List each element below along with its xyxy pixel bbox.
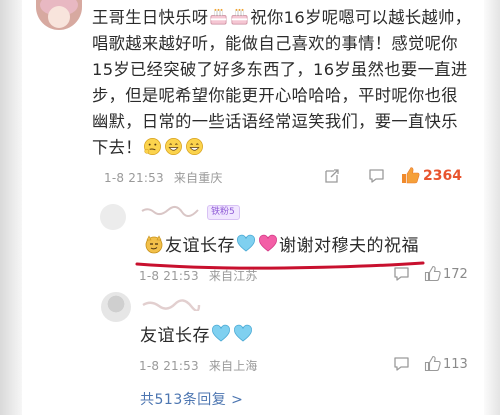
main-commenter-avatar[interactable]: [36, 0, 82, 30]
fan-badge-label: 铁粉5: [211, 207, 235, 217]
reply1-username-redacted[interactable]: [140, 205, 200, 220]
reply1-text: 友谊长存 谢谢对穆夫的祝福: [143, 231, 419, 256]
reply2-text-body: 友谊长存: [140, 326, 210, 346]
cake-emoji: [230, 7, 249, 26]
grin-emoji: [185, 137, 204, 156]
reply2-like-icon[interactable]: [424, 355, 441, 372]
weibo-comment-screenshot: 王哥生日快乐呀 祝你16岁呢嗯可以越长越帅，唱歌越来越好听，能做自己喜欢的事情！感…: [0, 0, 500, 415]
reply2-text: 友谊长存: [140, 321, 254, 346]
reply2-location: 来自上海: [208, 359, 258, 373]
share-icon[interactable]: [324, 168, 340, 184]
like-icon[interactable]: [401, 166, 420, 184]
total-replies-link[interactable]: 共513条回复 >: [140, 389, 243, 409]
reply1-avatar[interactable]: [100, 204, 126, 230]
reply2-username-redacted[interactable]: [141, 296, 201, 312]
avatar-face: [48, 6, 70, 28]
reply1-location: 来自江苏: [208, 269, 258, 283]
reply1-like-count: 172: [443, 267, 468, 282]
main-like-count: 2364: [423, 168, 462, 184]
reply1-meta: 1-8 21:53 来自江苏: [139, 267, 258, 284]
right-edge-shadow: [484, 0, 500, 415]
reply2-comment-icon[interactable]: [393, 356, 410, 372]
blue-heart-emoji: [236, 234, 256, 254]
comment-text-part1: 王哥生日快乐呀: [92, 8, 209, 27]
redacted-name-scribble: [141, 206, 199, 217]
blue-heart-emoji: [211, 324, 231, 344]
reply1-comment-icon[interactable]: [393, 266, 410, 282]
reply1-text-part2: 谢谢对穆夫的祝福: [279, 236, 419, 256]
comment-location: 来自重庆: [173, 171, 223, 185]
comment-icon[interactable]: [368, 168, 385, 184]
main-comment-meta: 1-8 21:53 来自重庆: [104, 169, 223, 186]
cake-emoji: [209, 7, 228, 26]
comment-text-part2: 祝你16岁呢嗯可以越长越帅，唱歌越来越好听，能做自己喜欢的事情！感觉呢你15岁已…: [92, 8, 472, 157]
thinking-emoji: [143, 137, 162, 156]
reply1-like-icon[interactable]: [424, 265, 441, 282]
main-comment-text: 王哥生日快乐呀 祝你16岁呢嗯可以越长越帅，唱歌越来越好听，能做自己喜欢的事情！感…: [92, 5, 472, 161]
reply1-text-part1: 友谊长存: [165, 236, 235, 256]
redacted-name-scribble: [142, 299, 201, 312]
reply2-meta: 1-8 21:53 来自上海: [139, 357, 258, 374]
comment-time: 1-8 21:53: [104, 171, 164, 185]
reply1-time: 1-8 21:53: [139, 269, 199, 283]
pink-heart-emoji: [258, 234, 278, 254]
left-edge-shadow: [0, 0, 22, 415]
fan-badge: 铁粉5: [207, 205, 240, 220]
reply2-time: 1-8 21:53: [139, 359, 199, 373]
grin-emoji: [164, 137, 183, 156]
smirk-emoji: [144, 234, 164, 254]
blue-heart-emoji: [233, 324, 253, 344]
reply2-avatar[interactable]: [101, 292, 131, 322]
reply2-like-count: 113: [443, 357, 468, 372]
